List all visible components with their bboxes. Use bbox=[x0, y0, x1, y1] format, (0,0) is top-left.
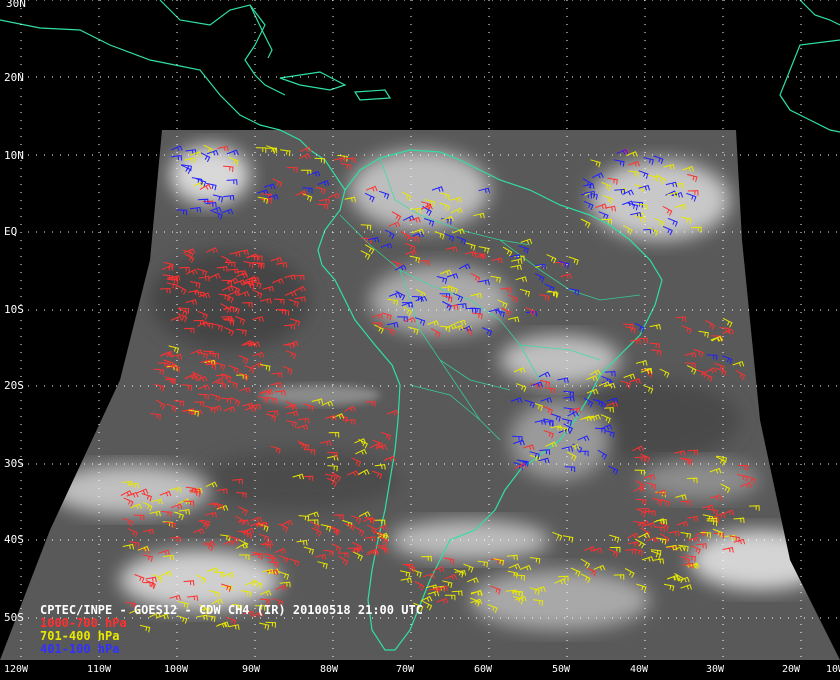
coastline-africa bbox=[799, 0, 840, 26]
lat-label: 40S bbox=[4, 533, 24, 546]
coastline-africa-west bbox=[779, 39, 840, 133]
lat-label: 30S bbox=[4, 457, 24, 470]
lat-label: 30N bbox=[6, 0, 26, 10]
lat-label: 50S bbox=[4, 611, 24, 624]
lat-label: 20N bbox=[4, 71, 24, 84]
lon-label: 20W bbox=[782, 664, 801, 675]
cloud-band bbox=[390, 520, 550, 560]
cloud-band bbox=[260, 385, 380, 405]
cloud-band bbox=[690, 530, 830, 590]
lon-label: 100W bbox=[164, 664, 189, 675]
lon-label: 80W bbox=[320, 664, 339, 675]
lat-label: 10S bbox=[4, 303, 24, 316]
lon-label: 30W bbox=[706, 664, 725, 675]
lon-label: 10W bbox=[826, 664, 840, 675]
legend-item-high-level: 401-100 hPa bbox=[40, 642, 120, 656]
map-canvas bbox=[0, 0, 840, 660]
lon-label: 70W bbox=[396, 664, 415, 675]
coastline-gulf bbox=[159, 0, 286, 96]
cloud-band bbox=[120, 550, 280, 610]
lat-label: 10N bbox=[4, 149, 24, 162]
clear-ocean-patch bbox=[200, 450, 400, 510]
cloud-band bbox=[350, 150, 490, 230]
coastline-cuba bbox=[279, 71, 347, 91]
map-legend: CPTEC/INPE - GOES12 - CDW CH4 (IR) 20100… bbox=[40, 604, 423, 656]
cloud-band bbox=[50, 465, 210, 515]
lon-label: 50W bbox=[552, 664, 571, 675]
lat-label: 20S bbox=[4, 379, 24, 392]
lon-label: 110W bbox=[87, 664, 112, 675]
cloud-band bbox=[470, 570, 650, 630]
satellite-wind-map: 30N 20N 10N EQ 10S 20S 30S 40S 50S 120W … bbox=[0, 0, 840, 680]
lat-label: EQ bbox=[4, 225, 18, 238]
lon-label: 90W bbox=[242, 664, 261, 675]
cloud-band bbox=[590, 160, 730, 240]
coastline-hispaniola bbox=[353, 89, 392, 101]
lon-label: 120W bbox=[4, 664, 29, 675]
lon-label: 40W bbox=[630, 664, 649, 675]
coastline-florida bbox=[249, 4, 273, 59]
lon-label: 60W bbox=[474, 664, 493, 675]
